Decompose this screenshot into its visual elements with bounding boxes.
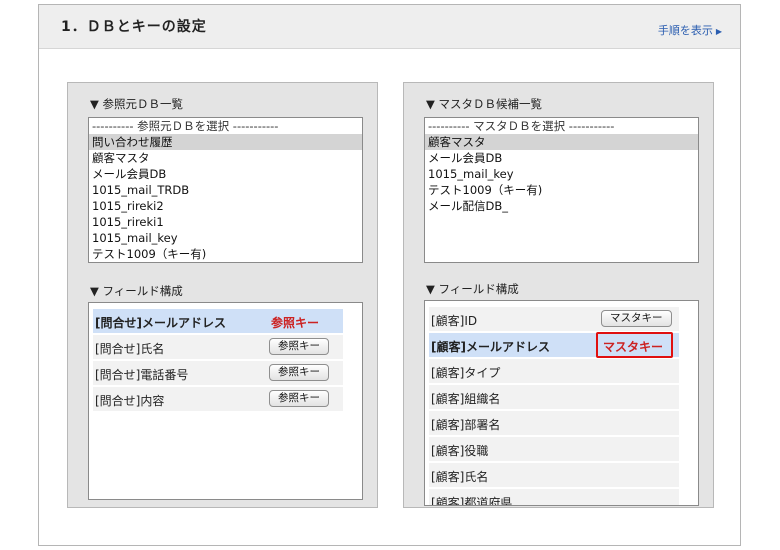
field-name: [問合せ]メールアドレス — [95, 316, 226, 330]
table-row: [顧客]氏名 — [429, 463, 679, 487]
table-row: [顧客]タイプ — [429, 359, 679, 383]
source-db-option[interactable]: 1015_rireki1 — [89, 214, 362, 230]
master-db-placeholder[interactable]: ---------- マスタＤＢを選択 ----------- — [425, 118, 698, 134]
master-db-option[interactable]: メール会員DB — [425, 150, 698, 166]
page-title: 1．ＤＢとキーの設定 — [61, 19, 207, 35]
table-row: [顧客]ID マスタキー — [429, 307, 679, 331]
field-name: [顧客]役職 — [431, 444, 489, 458]
section-header: 1．ＤＢとキーの設定 手順を表示 ▶ — [39, 5, 740, 49]
field-name: [顧客]メールアドレス — [431, 340, 550, 354]
reference-key-button[interactable]: 参照キー — [269, 364, 329, 381]
triangle-right-icon: ▶ — [715, 27, 722, 36]
reference-key-button[interactable]: 参照キー — [269, 390, 329, 407]
field-name: [問合せ]内容 — [95, 394, 165, 408]
table-row: [問合せ]電話番号 参照キー — [93, 361, 343, 385]
show-steps-link[interactable]: 手順を表示 ▶ — [658, 22, 722, 38]
source-db-option[interactable]: 顧客マスタ — [89, 150, 362, 166]
field-name: [顧客]組織名 — [431, 392, 501, 406]
master-db-option[interactable]: メール配信DB_ — [425, 198, 698, 214]
source-db-option[interactable]: 1015_mail_TRDB — [89, 182, 362, 198]
table-row: [問合せ]内容 参照キー — [93, 387, 343, 411]
field-name: [問合せ]電話番号 — [95, 368, 189, 382]
field-name: [顧客]都道府県 — [431, 496, 513, 506]
master-db-listbox[interactable]: ---------- マスタＤＢを選択 ----------- 顧客マスタ メー… — [424, 117, 699, 263]
master-field-box: [顧客]ID マスタキー [顧客]メールアドレス マスタキー [顧客]タイプ [… — [424, 300, 699, 506]
reference-key-text: 参照キー — [271, 316, 320, 330]
table-row: [顧客]役職 — [429, 437, 679, 461]
source-db-panel: ▼ 参照元ＤＢ一覧 ---------- 参照元ＤＢを選択 ----------… — [67, 82, 378, 508]
table-row[interactable]: [問合せ]メールアドレス 参照キー — [93, 309, 343, 333]
field-name: [顧客]タイプ — [431, 366, 501, 380]
master-db-panel: ▼ マスタＤＢ候補一覧 ---------- マスタＤＢを選択 --------… — [403, 82, 714, 508]
source-field-label: ▼ フィールド構成 — [90, 284, 183, 298]
master-db-option[interactable]: テスト1009（キー有) — [425, 182, 698, 198]
master-db-list-label: ▼ マスタＤＢ候補一覧 — [426, 97, 542, 111]
source-db-option[interactable]: 1015_rireki2 — [89, 198, 362, 214]
master-field-label: ▼ フィールド構成 — [426, 282, 519, 296]
master-field-rows: [顧客]ID マスタキー [顧客]メールアドレス マスタキー [顧客]タイプ [… — [429, 307, 679, 506]
field-name: [問合せ]氏名 — [95, 342, 165, 356]
master-db-option[interactable]: 顧客マスタ — [425, 134, 698, 150]
show-steps-label: 手順を表示 — [657, 24, 713, 37]
master-key-text: マスタキー — [603, 340, 664, 354]
source-db-option[interactable]: メール会員DB — [89, 166, 362, 182]
table-row: [顧客]組織名 — [429, 385, 679, 409]
source-db-listbox[interactable]: ---------- 参照元ＤＢを選択 ----------- 問い合わせ履歴 … — [88, 117, 363, 263]
reference-key-button[interactable]: 参照キー — [269, 338, 329, 355]
source-db-placeholder[interactable]: ---------- 参照元ＤＢを選択 ----------- — [89, 118, 362, 134]
field-name: [顧客]部署名 — [431, 418, 501, 432]
settings-frame: 1．ＤＢとキーの設定 手順を表示 ▶ ▼ 参照元ＤＢ一覧 ---------- 参… — [38, 4, 741, 546]
source-db-option[interactable]: 問い合わせ履歴 — [89, 134, 362, 150]
source-db-option[interactable]: テスト1009（キー有) — [89, 246, 362, 262]
field-name: [顧客]ID — [431, 314, 478, 328]
field-name: [顧客]氏名 — [431, 470, 489, 484]
source-db-list-label: ▼ 参照元ＤＢ一覧 — [90, 97, 183, 111]
table-row: [顧客]都道府県 — [429, 489, 679, 506]
table-row: [顧客]部署名 — [429, 411, 679, 435]
source-field-rows: [問合せ]メールアドレス 参照キー [問合せ]氏名 参照キー [問合せ]電話番号… — [93, 309, 343, 413]
table-row: [問合せ]氏名 参照キー — [93, 335, 343, 359]
source-field-box: [問合せ]メールアドレス 参照キー [問合せ]氏名 参照キー [問合せ]電話番号… — [88, 302, 363, 500]
table-row[interactable]: [顧客]メールアドレス マスタキー — [429, 332, 679, 358]
source-db-option[interactable]: 1015_mail_key — [89, 230, 362, 246]
master-db-option[interactable]: 1015_mail_key — [425, 166, 698, 182]
master-key-button[interactable]: マスタキー — [601, 310, 672, 327]
